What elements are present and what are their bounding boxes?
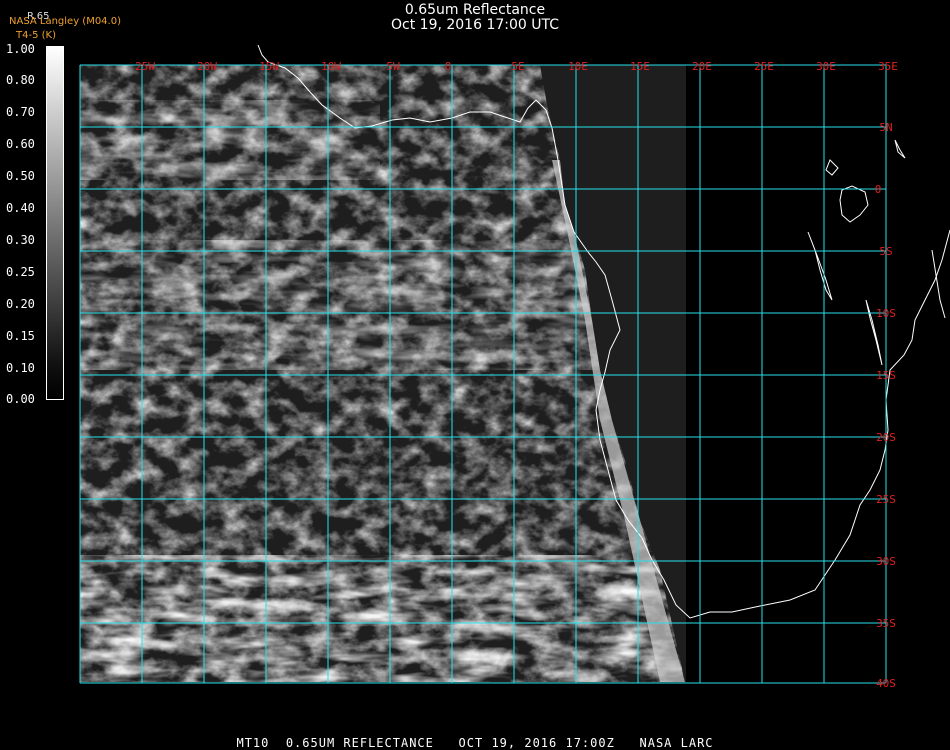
sub-brand-label: T4-5 (K) <box>16 30 56 41</box>
lon-label: 35E <box>878 60 898 73</box>
lon-label: 5W <box>386 60 400 73</box>
lon-label: 10E <box>568 60 588 73</box>
brand-label: NASA Langley (M04.0) <box>9 16 121 27</box>
footer-caption: MT10 0.65UM REFLECTANCE OCT 19, 2016 17:… <box>236 736 714 750</box>
lon-label: 0 <box>445 60 452 73</box>
colorbar-label: 0.40 <box>6 201 35 215</box>
lat-label: 35S <box>876 617 896 630</box>
lon-label: 25E <box>754 60 774 73</box>
latitude-labels: 5N 0 5S 10S 15S 20S 25S 30S 35S 40S <box>875 121 896 690</box>
colorbar-label: 0.10 <box>6 361 35 375</box>
lon-label: 5E <box>511 60 524 73</box>
image-title: 0.65um Reflectance <box>404 2 546 18</box>
colorbar-label: 0.30 <box>6 233 35 247</box>
lon-label: 20W <box>197 60 217 73</box>
lon-label: 15E <box>630 60 650 73</box>
colorbar-label: 0.70 <box>6 105 35 119</box>
lat-label: 30S <box>876 555 896 568</box>
lat-label: 25S <box>876 493 896 506</box>
lon-label: 15W <box>259 60 279 73</box>
colorbar-label: 0.60 <box>6 137 35 151</box>
lat-label: 5N <box>879 121 892 134</box>
lat-label: 0 <box>875 183 882 196</box>
colorbar-label: 0.50 <box>6 169 35 183</box>
satellite-map: 25W 20W 15W 10W 5W 0 5E 10E 15E 20E 25E … <box>79 44 950 690</box>
lat-label: 20S <box>876 431 896 444</box>
lat-label: 10S <box>876 307 896 320</box>
lon-label: 10W <box>321 60 341 73</box>
colorbar-label: 0.25 <box>6 265 35 279</box>
lon-label: 30E <box>816 60 836 73</box>
lon-label: 25W <box>135 60 155 73</box>
colorbar-label: 1.00 <box>6 42 35 56</box>
colorbar-label: 0.20 <box>6 297 35 311</box>
colorbar-label: 0.80 <box>6 73 35 87</box>
image-datetime: Oct 19, 2016 17:00 UTC <box>391 17 559 33</box>
lat-label: 15S <box>876 369 896 382</box>
lat-label: 40S <box>876 677 896 690</box>
lon-label: 20E <box>692 60 712 73</box>
lat-label: 5S <box>879 245 892 258</box>
colorbar <box>46 46 64 400</box>
colorbar-label: 0.15 <box>6 329 35 343</box>
colorbar-label: 0.00 <box>6 392 35 406</box>
